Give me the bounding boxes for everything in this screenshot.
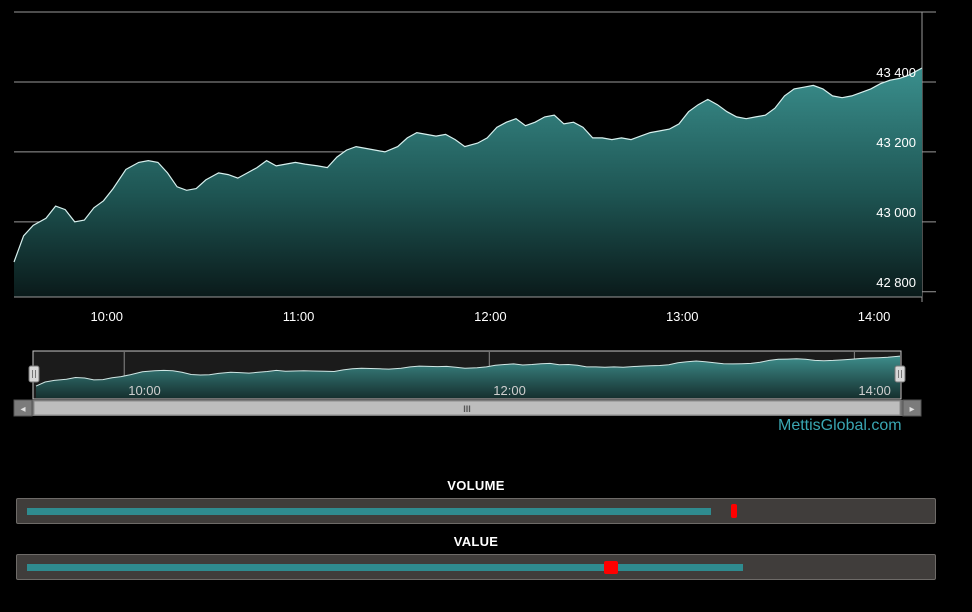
navigator-x-label: 10:00 (128, 383, 161, 398)
intraday-index-chart: 42 800 43 000 43 200 43 400 10:00 11:00 12:00… (13, 11, 936, 324)
volume-meter-bar (27, 508, 712, 515)
x-tick-label: 14:00 (858, 309, 891, 324)
navigator-handle-right[interactable] (894, 365, 906, 383)
navigator-handle-left[interactable] (28, 365, 40, 383)
scrollbar-left-arrow: ◂ (20, 404, 25, 415)
x-tick-label: 11:00 (283, 309, 315, 324)
x-axis-labels: 10:00 11:00 12:00 13:00 14:00 (90, 309, 890, 324)
scrollbar-grip: III (463, 404, 471, 414)
value-meter-marker (603, 561, 618, 574)
value-meter (16, 554, 936, 580)
volume-meter-title: VOLUME (447, 478, 505, 493)
volume-meter (16, 498, 936, 524)
scrollbar-right-arrow: ▸ (909, 404, 914, 415)
x-tick-label: 12:00 (474, 309, 507, 324)
y-tick-label: 43 200 (876, 135, 916, 150)
x-tick-label: 13:00 (666, 309, 699, 324)
index-area-fill (14, 68, 922, 297)
x-tick-label: 10:00 (90, 309, 123, 324)
brand-watermark[interactable]: MettisGlobal.com (778, 417, 902, 435)
navigator-x-label: 14:00 (858, 383, 891, 398)
y-tick-label: 43 000 (876, 205, 916, 220)
navigator-x-label: 12:00 (493, 383, 526, 398)
value-meter-bar (27, 564, 743, 571)
y-tick-label: 42 800 (876, 275, 916, 290)
range-navigator[interactable]: 10:00 12:00 14:00 ◂ III ▸ (0, 345, 972, 420)
volume-meter-marker (730, 504, 737, 518)
y-tick-label: 43 400 (876, 65, 916, 80)
value-meter-title: VALUE (453, 534, 499, 549)
